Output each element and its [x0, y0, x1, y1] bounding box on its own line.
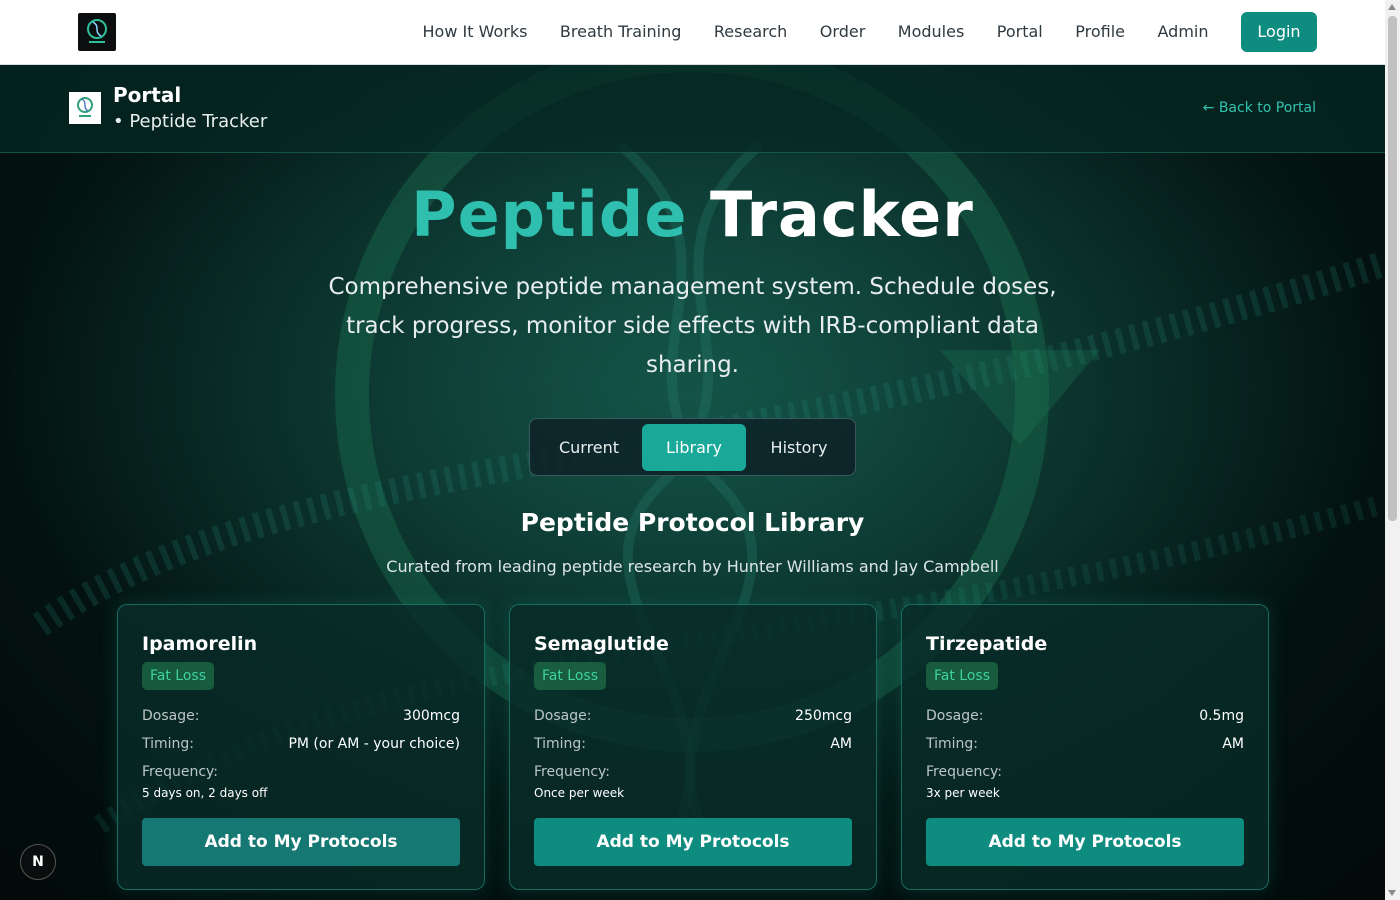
timing-row: Timing: AM	[534, 736, 852, 752]
back-to-portal-link[interactable]: ← Back to Portal	[1203, 100, 1316, 116]
page-title: Peptide Tracker	[0, 178, 1385, 251]
dosage-value: 0.5mg	[1199, 708, 1244, 724]
tab-history[interactable]: History	[752, 424, 846, 471]
portal-logo[interactable]	[69, 92, 101, 124]
frequency-label: Frequency:	[926, 764, 1003, 780]
nav-links: How It Works Breath Training Research Or…	[423, 12, 1317, 52]
scroll-up-arrow-icon[interactable]	[1388, 4, 1396, 10]
page-title-accent: Peptide	[411, 178, 688, 251]
add-to-protocols-button[interactable]: Add to My Protocols	[534, 818, 852, 866]
protocol-name: Tirzepatide	[926, 633, 1048, 655]
frequency-row: Frequency:	[142, 764, 460, 780]
protocol-card: Semaglutide Fat Loss Dosage: 250mcg Timi…	[509, 604, 877, 890]
protocol-card: Tirzepatide Fat Loss Dosage: 0.5mg Timin…	[901, 604, 1269, 890]
nav-research[interactable]: Research	[714, 12, 787, 52]
login-button[interactable]: Login	[1241, 12, 1317, 52]
dosage-row: Dosage: 250mcg	[534, 708, 852, 724]
frequency-row: Frequency:	[534, 764, 852, 780]
frequency-label: Frequency:	[142, 764, 219, 780]
timing-value: PM (or AM - your choice)	[288, 736, 460, 752]
timing-row: Timing: AM	[926, 736, 1244, 752]
nav-profile[interactable]: Profile	[1075, 12, 1125, 52]
dev-tools-badge[interactable]: N	[20, 844, 56, 880]
nav-order[interactable]: Order	[820, 12, 865, 52]
scroll-down-arrow-icon[interactable]	[1388, 890, 1396, 896]
scrollbar-thumb[interactable]	[1388, 16, 1397, 521]
frequency-value: 5 days on, 2 days off	[142, 786, 268, 800]
frequency-row: Frequency:	[926, 764, 1244, 780]
nav-breath-training[interactable]: Breath Training	[560, 12, 681, 52]
top-navbar: How It Works Breath Training Research Or…	[0, 0, 1385, 65]
library-subtitle: Curated from leading peptide research by…	[386, 557, 999, 576]
category-badge: Fat Loss	[534, 662, 606, 690]
add-to-protocols-button[interactable]: Add to My Protocols	[926, 818, 1244, 866]
dosage-row: Dosage: 0.5mg	[926, 708, 1244, 724]
dna-logo-icon	[87, 19, 107, 43]
category-badge: Fat Loss	[142, 662, 214, 690]
dosage-row: Dosage: 300mcg	[142, 708, 460, 724]
frequency-label: Frequency:	[534, 764, 611, 780]
nav-how-it-works[interactable]: How It Works	[423, 12, 528, 52]
page-title-rest: Tracker	[709, 178, 974, 251]
portal-section-name: • Peptide Tracker	[113, 111, 268, 132]
protocol-card: Ipamorelin Fat Loss Dosage: 300mcg Timin…	[117, 604, 485, 890]
timing-value: AM	[1222, 736, 1244, 752]
tab-library[interactable]: Library	[642, 424, 746, 471]
protocol-name: Semaglutide	[534, 633, 669, 655]
page-scrollbar[interactable]	[1385, 0, 1400, 900]
tab-current[interactable]: Current	[542, 424, 636, 471]
category-badge: Fat Loss	[926, 662, 998, 690]
frequency-value: Once per week	[534, 786, 625, 800]
dosage-label: Dosage:	[142, 708, 200, 724]
dosage-value: 300mcg	[403, 708, 460, 724]
nav-admin[interactable]: Admin	[1158, 12, 1209, 52]
brand-logo[interactable]	[78, 13, 116, 51]
dosage-value: 250mcg	[795, 708, 852, 724]
portal-title: Portal	[113, 83, 182, 107]
portal-subheader: Portal • Peptide Tracker ← Back to Porta…	[0, 65, 1385, 153]
timing-value: AM	[830, 736, 852, 752]
nav-modules[interactable]: Modules	[898, 12, 965, 52]
dosage-label: Dosage:	[926, 708, 984, 724]
timing-row: Timing: PM (or AM - your choice)	[142, 736, 460, 752]
dna-logo-icon	[77, 97, 93, 117]
dosage-label: Dosage:	[534, 708, 592, 724]
protocol-name: Ipamorelin	[142, 633, 258, 655]
nav-portal[interactable]: Portal	[997, 12, 1043, 52]
timing-label: Timing:	[534, 736, 587, 752]
view-tabs: Current Library History	[529, 418, 856, 476]
timing-label: Timing:	[142, 736, 195, 752]
timing-label: Timing:	[926, 736, 979, 752]
frequency-value: 3x per week	[926, 786, 1000, 800]
page-description: Comprehensive peptide management system.…	[328, 274, 1057, 378]
add-to-protocols-button[interactable]: Add to My Protocols	[142, 818, 460, 866]
library-title: Peptide Protocol Library	[520, 508, 865, 537]
